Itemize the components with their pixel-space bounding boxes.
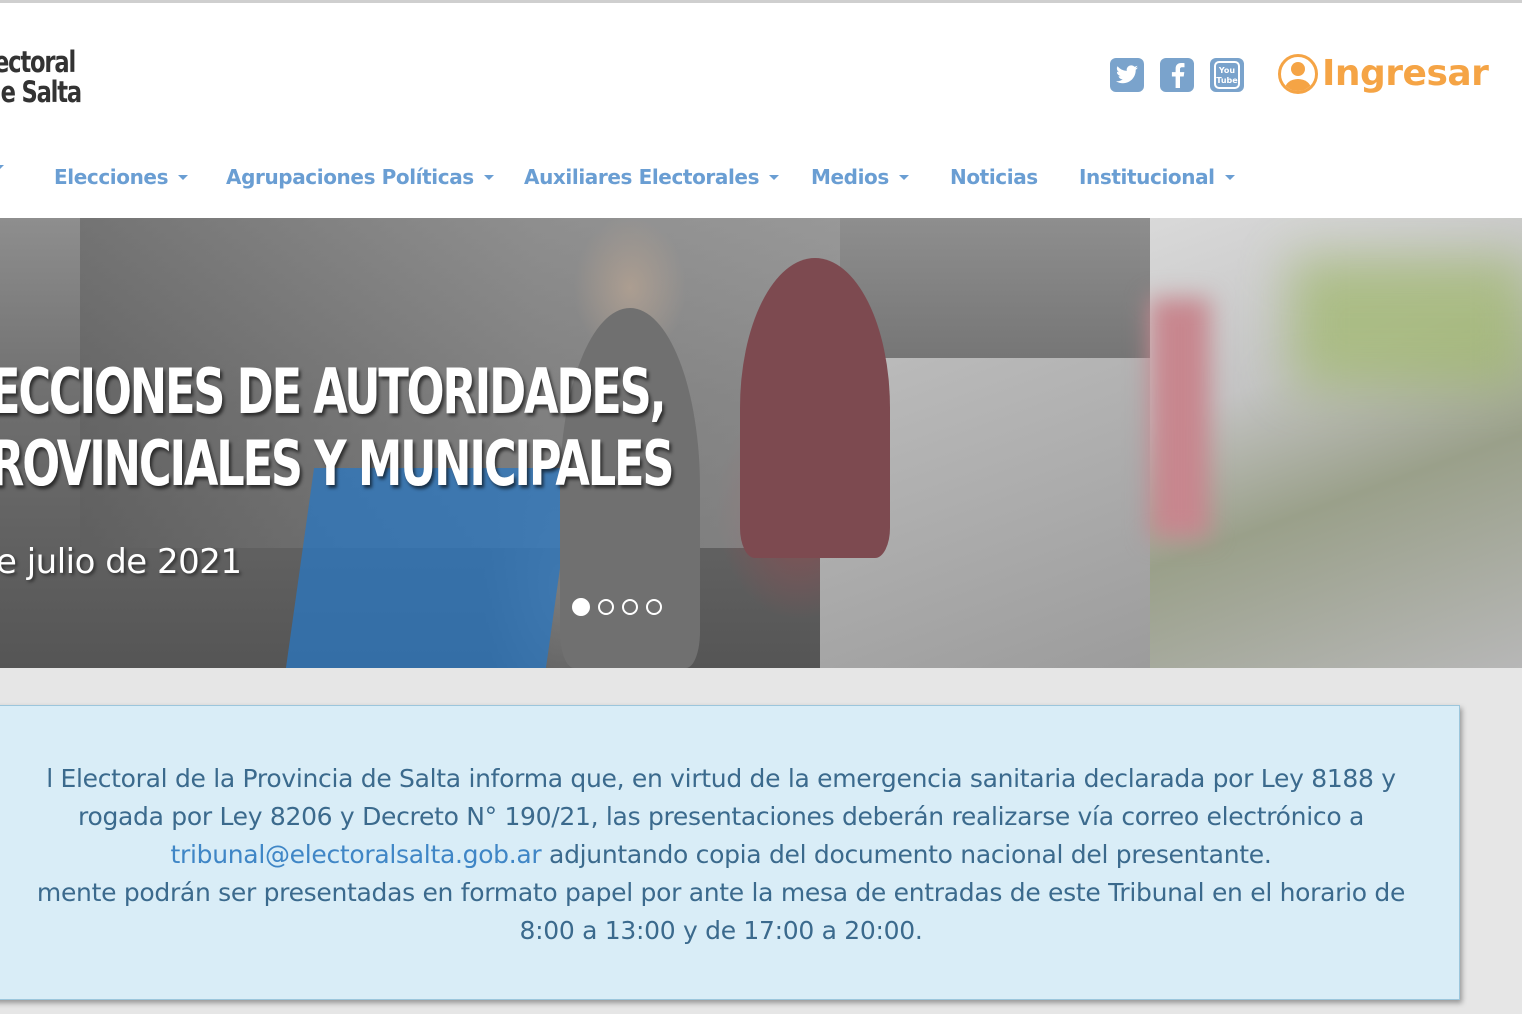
caret-down-icon xyxy=(1224,174,1235,180)
login-button[interactable]: Ingresar xyxy=(1278,53,1489,94)
notice-line-3-rest: adjuntando copia del documento nacional … xyxy=(541,840,1272,869)
nav-item-medios[interactable]: Medios xyxy=(811,165,909,189)
nav-item-label: Agrupaciones Políticas xyxy=(226,165,474,189)
nav-item-label: Noticias xyxy=(950,165,1038,189)
hero-carousel[interactable]: ECCIONES DE AUTORIDADES, ROVINCIALES Y M… xyxy=(0,218,1522,668)
facebook-icon xyxy=(1171,63,1185,88)
nav-item-noticias[interactable]: Noticias xyxy=(950,165,1038,189)
blur-green-area xyxy=(1290,258,1522,388)
notice-line-5: 8:00 a 13:00 y de 17:00 a 20:00. xyxy=(519,916,923,945)
nav-item-agrupaciones[interactable]: Agrupaciones Políticas xyxy=(226,165,494,189)
youtube-icon: You Tube xyxy=(1214,61,1240,89)
login-label: Ingresar xyxy=(1322,53,1489,94)
nav-item-institucional[interactable]: Institucional xyxy=(1079,165,1235,189)
hero-title: ECCIONES DE AUTORIDADES, ROVINCIALES Y M… xyxy=(0,355,674,500)
nav-item-label: Institucional xyxy=(1079,165,1215,189)
carousel-dot-1[interactable] xyxy=(572,598,590,616)
youtube-link[interactable]: You Tube xyxy=(1210,58,1244,92)
twitter-icon xyxy=(1116,65,1138,84)
nav-item-label: Elecciones xyxy=(54,165,169,189)
hero-title-line-1: ECCIONES DE AUTORIDADES, xyxy=(0,355,667,428)
social-links: You Tube xyxy=(1110,58,1244,92)
carousel-dot-4[interactable] xyxy=(646,599,662,615)
notice-line-1: l Electoral de la Provincia de Salta inf… xyxy=(46,764,1396,793)
caret-down-icon xyxy=(769,174,780,180)
nav-item-auxiliares[interactable]: Auxiliares Electorales xyxy=(524,165,780,189)
caret-down-icon xyxy=(483,174,494,180)
main-nav: Elecciones Agrupaciones Políticas Auxili… xyxy=(0,165,1522,199)
carousel-indicators xyxy=(572,598,662,616)
notice-line-2: rogada por Ley 8206 y Decreto N° 190/21,… xyxy=(78,802,1364,831)
site-logo[interactable]: ectoral le Salta xyxy=(0,45,82,109)
hero-title-line-2: ROVINCIALES Y MUNICIPALES xyxy=(0,427,674,500)
notice-line-4: mente podrán ser presentadas en formato … xyxy=(36,878,1406,907)
nav-item-label: Auxiliares Electorales xyxy=(524,165,760,189)
logo-line-2: le Salta xyxy=(0,75,82,109)
blur-red-area xyxy=(1150,298,1210,538)
youtube-text-2: Tube xyxy=(1216,76,1238,85)
logo-line-1: ectoral xyxy=(0,45,76,79)
hero-date: e julio de 2021 xyxy=(0,542,242,582)
carousel-dot-3[interactable] xyxy=(622,599,638,615)
caret-down-icon xyxy=(0,165,4,170)
hero-next-slide-preview xyxy=(1150,218,1522,668)
facebook-link[interactable] xyxy=(1160,58,1194,92)
nav-item-elecciones[interactable]: Elecciones xyxy=(54,165,189,189)
twitter-link[interactable] xyxy=(1110,58,1144,92)
email-link[interactable]: tribunal@electoralsalta.gob.ar xyxy=(171,840,542,869)
caret-down-icon xyxy=(898,174,909,180)
nav-item-label: Medios xyxy=(811,165,889,189)
notice-text: l Electoral de la Provincia de Salta inf… xyxy=(0,760,1461,950)
user-icon xyxy=(1278,53,1318,94)
hero-image-person xyxy=(740,258,890,558)
youtube-text-1: You xyxy=(1218,66,1236,75)
notice-line-3: tribunal@electoralsalta.gob.ar adjuntand… xyxy=(0,836,1461,874)
info-notice: l Electoral de la Provincia de Salta inf… xyxy=(0,705,1460,1000)
caret-down-icon xyxy=(178,174,189,180)
nav-item-previous-dropdown[interactable] xyxy=(0,165,4,170)
carousel-dot-2[interactable] xyxy=(598,599,614,615)
